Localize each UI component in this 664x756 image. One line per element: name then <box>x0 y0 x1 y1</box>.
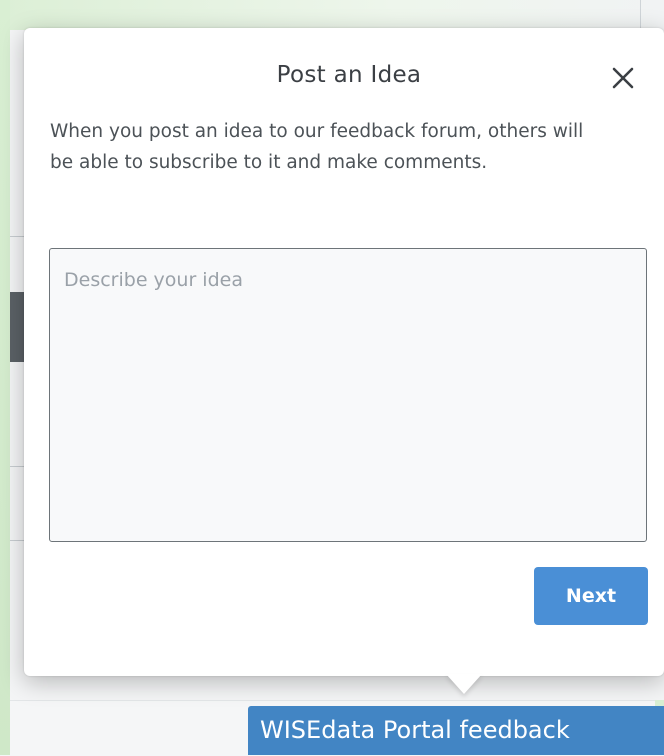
dialog-pointer <box>446 674 482 694</box>
idea-input[interactable] <box>49 248 647 542</box>
page-background-header <box>0 0 664 30</box>
next-button[interactable]: Next <box>534 567 648 625</box>
post-idea-dialog: Post an Idea When you post an idea to ou… <box>24 28 664 676</box>
feedback-tab[interactable]: WISEdata Portal feedback <box>248 706 664 755</box>
dialog-description: When you post an idea to our feedback fo… <box>50 121 584 173</box>
dialog-title: Post an Idea <box>276 62 422 88</box>
close-button[interactable] <box>609 64 637 92</box>
close-icon <box>612 67 634 89</box>
page-background-edge <box>0 0 10 755</box>
